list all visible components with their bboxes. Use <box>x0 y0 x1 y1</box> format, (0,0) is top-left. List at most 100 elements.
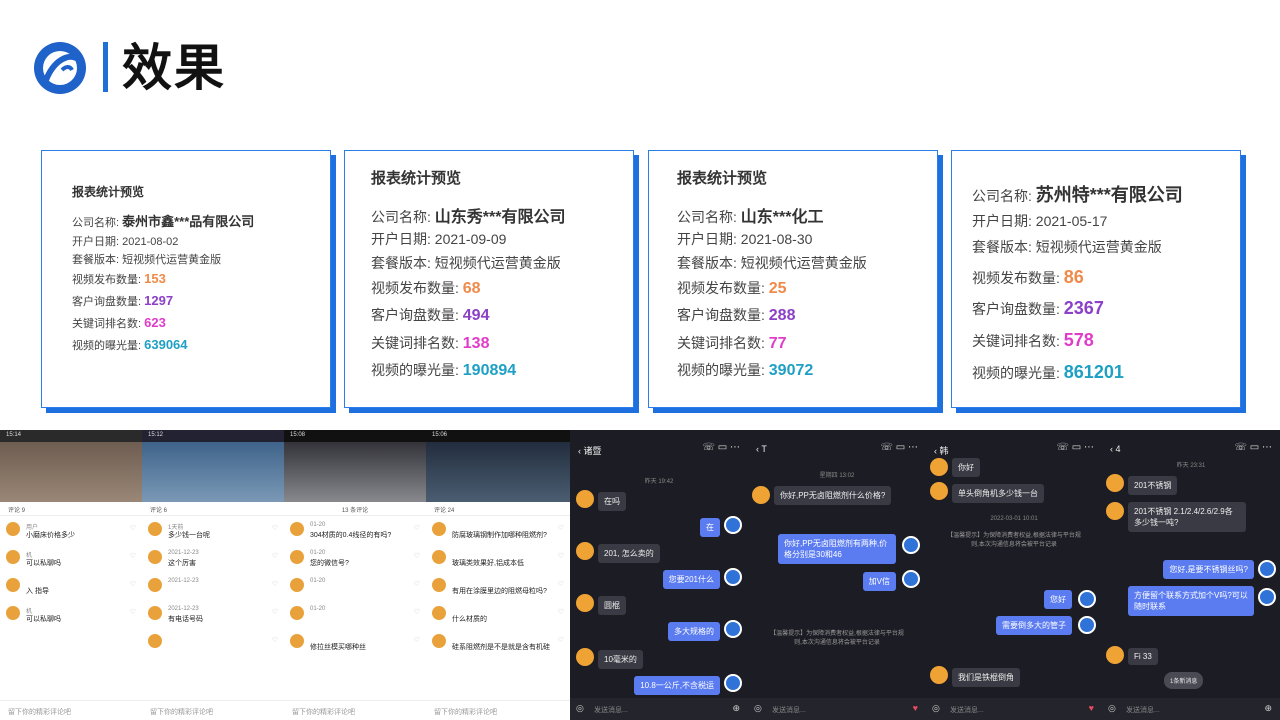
message-input[interactable]: ◎ 发送消息... ⊕ <box>570 698 748 720</box>
list-item[interactable]: 2021-12-23 这个厉害 ♡ <box>148 548 278 572</box>
like-icon[interactable]: ♡ <box>558 552 564 560</box>
exposure-value: 190894 <box>462 362 517 379</box>
like-icon[interactable]: ♡ <box>272 552 278 560</box>
like-icon[interactable]: ♡ <box>414 580 420 588</box>
list-item[interactable]: 机可以私聊吗 ♡ <box>6 604 136 628</box>
comment-screenshot-3: 15:08 13 条评论 01-20 304材质的0.4线径的有吗? ♡ 01-20… <box>284 430 426 720</box>
list-item[interactable]: 1天前 多少钱一台呢 ♡ <box>148 520 278 544</box>
list-item[interactable]: 01-20 您的微信号? ♡ <box>290 548 420 572</box>
like-icon[interactable]: ♡ <box>272 524 278 532</box>
call-icon[interactable]: ☏ ▭ ⋯ <box>1234 442 1272 453</box>
comment-input[interactable]: 留下你的精彩评论吧 <box>284 700 426 720</box>
like-icon[interactable]: ♡ <box>414 524 420 532</box>
call-icon[interactable]: ☏ ▭ ⋯ <box>1056 442 1094 453</box>
comment-count: 评论 24 <box>426 502 570 516</box>
like-icon[interactable]: ♡ <box>130 580 136 588</box>
back-icon[interactable]: ‹ <box>934 446 937 456</box>
avatar <box>724 516 742 534</box>
chat-screenshot-1: ‹ 诸暨 ☏ ▭ ⋯ 昨天 19:42 在吗 在 201, 怎么卖的 您要201… <box>570 430 748 720</box>
new-message-badge[interactable]: 1条新消息 <box>1164 672 1204 689</box>
keywords-value: 138 <box>462 335 490 352</box>
message-input[interactable]: ◎ 发送消息... ⊕ <box>1102 698 1280 720</box>
message-input[interactable]: ◎ 发送消息... ♥ <box>748 698 926 720</box>
comment-input[interactable]: 留下你的精彩评论吧 <box>426 700 570 720</box>
keywords-value: 623 <box>144 315 166 330</box>
open-date-value: 2021-08-02 <box>122 236 179 248</box>
message-bubble: 圆棍 <box>598 596 626 615</box>
plan-value: 短视频代运营黄金版 <box>122 254 222 266</box>
keywords-value: 77 <box>768 335 787 352</box>
like-icon[interactable]: ♡ <box>558 636 564 644</box>
like-icon[interactable]: ♡ <box>414 636 420 644</box>
list-item[interactable]: 什么材质的 ♡ <box>432 604 564 628</box>
like-icon[interactable]: ♡ <box>272 636 278 644</box>
list-item[interactable]: 入 指导 ♡ <box>6 576 136 600</box>
list-item[interactable]: 修拉丝模买哪种丝 ♡ <box>290 632 420 656</box>
like-icon[interactable]: ♡ <box>130 524 136 532</box>
like-icon[interactable]: ♡ <box>130 608 136 616</box>
video-frame <box>0 438 142 504</box>
back-icon[interactable]: ‹ <box>578 446 581 456</box>
like-icon[interactable]: ♡ <box>272 608 278 616</box>
list-item[interactable]: 01-20 ♡ <box>290 604 420 628</box>
list-item[interactable]: 01-20 304材质的0.4线径的有吗? ♡ <box>290 520 420 544</box>
list-item[interactable]: 防腐玻璃钢制作加哪种阻燃剂? ♡ <box>432 520 564 544</box>
company-logo <box>34 42 86 94</box>
chat-date: 昨天 19:42 <box>644 479 674 485</box>
like-icon[interactable]: ♡ <box>558 608 564 616</box>
avatar <box>724 568 742 586</box>
exposure-label: 视频的曝光量: <box>972 365 1060 381</box>
keywords-label: 关键词排名数: <box>72 318 142 330</box>
call-icon[interactable]: ☏ ▭ ⋯ <box>702 442 740 453</box>
list-item[interactable]: 用户 小磨床价格多少 ♡ <box>6 520 136 544</box>
company-name: 山东秀***有限公司 <box>434 209 566 226</box>
list-item[interactable]: 2021-12-23 ♡ <box>148 576 278 600</box>
list-item[interactable]: 2021-12-23 有电话号码 ♡ <box>148 604 278 628</box>
avatar <box>290 578 304 592</box>
list-item[interactable]: 机可以私聊吗 ♡ <box>6 548 136 572</box>
heart-icon[interactable]: ♥ <box>913 703 918 713</box>
videos-row: 视频发布数量: 68 <box>371 278 481 298</box>
voice-icon[interactable]: ◎ <box>1108 703 1116 714</box>
like-icon[interactable]: ♡ <box>414 552 420 560</box>
company-label: 公司名称: <box>972 188 1032 204</box>
add-icon[interactable]: ⊕ <box>732 703 740 714</box>
avatar <box>6 550 20 564</box>
plan-row: 套餐版本: 短视频代运营黄金版 <box>972 237 1162 257</box>
back-icon[interactable]: ‹ <box>756 444 759 454</box>
add-icon[interactable]: ⊕ <box>1264 703 1272 714</box>
avatar <box>1106 474 1124 492</box>
message-input[interactable]: ◎ 发送消息... ♥ <box>926 698 1102 720</box>
keywords-value: 578 <box>1063 330 1094 350</box>
like-icon[interactable]: ♡ <box>130 552 136 560</box>
list-item[interactable]: 玻璃类效果好,铝成本低 ♡ <box>432 548 564 572</box>
comment-input[interactable]: 留下你的精彩评论吧 <box>0 700 142 720</box>
report-card-4: 公司名称: 苏州特***有限公司 开户日期: 2021-05-17 套餐版本: … <box>951 150 1241 408</box>
like-icon[interactable]: ♡ <box>414 608 420 616</box>
message-bubble: 201不锈钢 <box>1128 476 1178 495</box>
call-icon[interactable]: ☏ ▭ ⋯ <box>880 442 918 453</box>
like-icon[interactable]: ♡ <box>272 580 278 588</box>
videos-label: 视频发布数量: <box>972 270 1060 286</box>
voice-icon[interactable]: ◎ <box>754 703 762 714</box>
voice-icon[interactable]: ◎ <box>932 703 940 714</box>
avatar <box>930 458 948 476</box>
message-bubble: 10毫米的 <box>598 650 643 669</box>
system-notice: 【温馨提示】为保障消费者权益,根据法律与平台规则,本次沟通信息将会被平台记录 <box>947 533 1081 548</box>
voice-icon[interactable]: ◎ <box>576 703 584 714</box>
like-icon[interactable]: ♡ <box>558 524 564 532</box>
comment-screenshot-1: 15:14 评论 9 用户 小磨床价格多少 ♡ 机可以私聊吗 ♡ 入 指导 ♡ 机可以私… <box>0 430 142 720</box>
list-item[interactable]: ♡ <box>148 632 278 656</box>
list-item[interactable]: 硅系阻燃剂是不是就是含有机硅 ♡ <box>432 632 564 656</box>
list-item[interactable]: 有用在涂膜里边的阻燃母粒吗? ♡ <box>432 576 564 600</box>
list-item[interactable]: 01-20 ♡ <box>290 576 420 600</box>
avatar <box>1258 560 1276 578</box>
comment-input[interactable]: 留下你的精彩评论吧 <box>142 700 284 720</box>
back-icon[interactable]: ‹ <box>1110 444 1113 454</box>
avatar <box>1078 616 1096 634</box>
heart-icon[interactable]: ♥ <box>1089 703 1094 713</box>
like-icon[interactable]: ♡ <box>558 580 564 588</box>
system-notice: 【温馨提示】为保障消费者权益,根据法律与平台规则,本次沟通信息将会被平台记录 <box>770 631 904 646</box>
plan-label: 套餐版本: <box>677 255 737 271</box>
avatar <box>6 606 20 620</box>
